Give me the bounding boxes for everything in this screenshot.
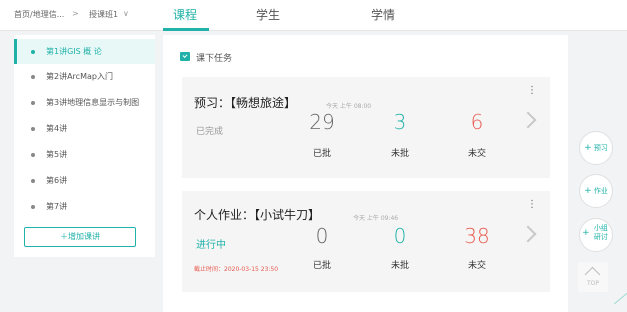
chevron-right-icon[interactable] [519,111,537,129]
task-panel: 课下任务 预习：【畅想旅途】 今天 上午 08:00 ⋮ 已完成 29 已批 3… [163,35,568,312]
graded-count: 0 [315,224,329,248]
bullet-icon [31,101,35,105]
more-vertical-icon[interactable]: ⋮ [527,85,537,96]
sidebar-item-label: 第4讲 [46,124,68,133]
ungraded-label: 未批 [390,149,409,159]
unsubmitted-count[interactable]: 38 [447,224,507,248]
card-title: 预习：【畅想旅途】 [194,96,297,110]
add-lesson-button[interactable]: ＋增加课讲 [24,227,136,247]
graded-label: 已批 [312,261,331,271]
ungraded-count[interactable]: 3 [370,110,430,134]
breadcrumb-separator: > [72,9,79,18]
add-homework-button[interactable]: + 作业 [579,174,613,208]
plus-icon: + [584,143,592,153]
task-bag-icon [180,52,190,61]
sidebar-item-label: 第6讲 [46,176,68,185]
section-title: 课下任务 [196,54,233,64]
sidebar-item-lesson-1[interactable]: 第1讲GIS 概 论 [14,39,155,64]
top-bar: 首页/地理信... > 授课班1 ∨ 课程 学生 学情 [0,0,627,31]
add-homework-label: 作业 [593,187,608,195]
ungraded-count[interactable]: 0 [370,224,430,248]
tab-course[interactable]: 课程 [160,6,210,23]
add-group-discussion-button[interactable]: + 小组研讨 [579,218,613,252]
tab-learning-status[interactable]: 学情 [358,6,408,23]
sidebar-item-lesson-7[interactable]: 第7讲 [14,194,155,219]
sidebar-item-lesson-5[interactable]: 第5讲 [14,142,155,167]
card-title: 个人作业：【小试牛刀】 [194,208,321,222]
graded-count: 29 [309,110,335,134]
sidebar-item-label: 第5讲 [46,150,68,159]
chevron-right-icon[interactable] [519,225,537,243]
plus-icon: + [582,228,590,238]
plus-icon: + [584,186,592,196]
task-card-preview[interactable]: 预习：【畅想旅途】 今天 上午 08:00 ⋮ 已完成 29 已批 3 未批 6… [182,77,550,178]
more-vertical-icon[interactable]: ⋮ [527,199,537,210]
sidebar-item-label: 第2讲ArcMap入门 [46,72,113,81]
sidebar-item-label: 第7讲 [46,202,68,211]
bullet-icon [31,127,35,131]
breadcrumb-class[interactable]: 授课班1 [89,9,118,20]
back-to-top-label: TOP [586,280,599,287]
status-label: 已完成 [196,127,224,137]
deadline-text: 截止时间：2020-03-15 23:50 [194,266,279,273]
tab-student[interactable]: 学生 [243,6,293,23]
sidebar-item-label: 第3讲地理信息显示与制图 [46,98,140,107]
sidebar-item-lesson-2[interactable]: 第2讲ArcMap入门 [14,64,155,89]
unsubmitted-label: 未交 [467,149,486,159]
status-label: 进行中 [196,240,226,251]
add-group-discussion-label: 小组研讨 [593,224,608,241]
bullet-icon [31,75,35,79]
sidebar: 第1讲GIS 概 论 第2讲ArcMap入门 第3讲地理信息显示与制图 第4讲 … [14,35,155,257]
breadcrumb-home[interactable]: 首页/地理信... [14,9,64,20]
ungraded-label: 未批 [390,261,409,271]
sidebar-item-lesson-6[interactable]: 第6讲 [14,168,155,193]
chevron-down-icon[interactable]: ∨ [123,9,129,18]
add-preview-button[interactable]: + 预习 [579,131,613,165]
add-preview-label: 预习 [593,144,608,152]
bullet-icon [31,50,35,54]
bullet-icon [31,153,35,157]
card-time: 今天 上午 09:46 [353,215,399,222]
corner-decoration [614,290,627,305]
bullet-icon [31,205,35,209]
unsubmitted-label: 未交 [467,261,486,271]
task-card-homework[interactable]: 个人作业：【小试牛刀】 今天 上午 09:46 ⋮ 进行中 截止时间：2020-… [182,191,550,292]
sidebar-item-lesson-3[interactable]: 第3讲地理信息显示与制图 [14,90,155,115]
back-to-top-button[interactable]: TOP [578,262,608,292]
bullet-icon [31,179,35,183]
sidebar-item-lesson-4[interactable]: 第4讲 [14,116,155,141]
graded-label: 已批 [312,149,331,159]
sidebar-item-label: 第1讲GIS 概 论 [46,47,102,56]
active-tab-indicator [163,28,209,31]
card-time: 今天 上午 08:00 [326,103,372,110]
unsubmitted-count[interactable]: 6 [447,110,507,134]
